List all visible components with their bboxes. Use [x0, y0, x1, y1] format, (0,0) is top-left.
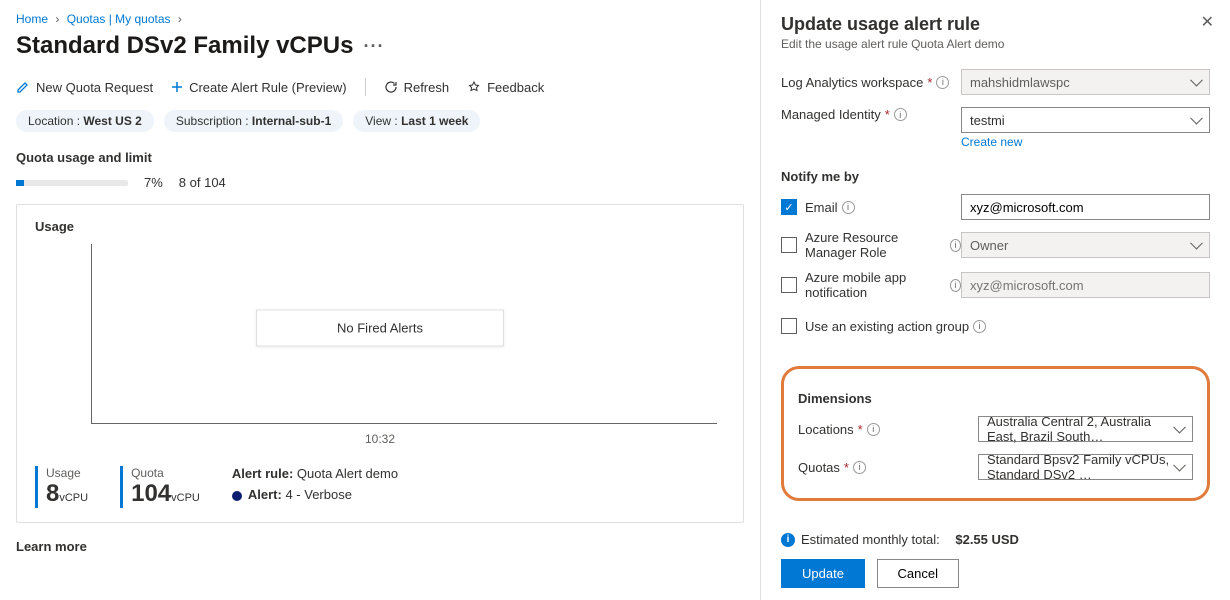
alert-rule-row: Alert rule: Quota Alert demo: [232, 466, 398, 481]
usage-bar: [16, 180, 128, 186]
info-icon[interactable]: i: [950, 279, 961, 292]
info-icon[interactable]: i: [894, 108, 907, 121]
stat-usage: Usage 8vCPU: [35, 466, 88, 508]
email-checkbox[interactable]: ✓: [781, 199, 797, 215]
usage-percent: 7%: [144, 175, 163, 190]
feedback-button[interactable]: Feedback: [467, 80, 544, 95]
panel-subtitle: Edit the usage alert rule Quota Alert de…: [781, 37, 1210, 51]
arm-select[interactable]: Owner: [961, 232, 1210, 258]
quota-usage-heading: Quota usage and limit: [16, 150, 744, 165]
mi-select[interactable]: testmi: [961, 107, 1210, 133]
usage-of: 8 of 104: [179, 175, 226, 190]
crumb-home[interactable]: Home: [16, 12, 48, 26]
new-quota-button[interactable]: New Quota Request: [16, 80, 153, 95]
dimensions-highlight: Dimensions Locations * i Australia Centr…: [781, 366, 1210, 501]
info-icon[interactable]: i: [867, 423, 880, 436]
app-checkbox[interactable]: [781, 277, 797, 293]
plus-icon: [171, 81, 183, 93]
filter-location[interactable]: Location : West US 2: [16, 110, 154, 132]
usage-card-title: Usage: [35, 219, 725, 234]
email-input[interactable]: [961, 194, 1210, 220]
info-icon[interactable]: i: [842, 201, 855, 214]
locations-select[interactable]: Australia Central 2, Australia East, Bra…: [978, 416, 1193, 442]
usage-chart: No Fired Alerts 10:32: [35, 244, 725, 454]
refresh-icon: [384, 80, 398, 94]
dimensions-heading: Dimensions: [798, 391, 1193, 406]
pencil-icon: [16, 80, 30, 94]
quotas-select[interactable]: Standard Bpsv2 Family vCPUs, Standard DS…: [978, 454, 1193, 480]
info-icon[interactable]: i: [950, 239, 961, 252]
arm-checkbox[interactable]: [781, 237, 797, 253]
filter-view[interactable]: View : Last 1 week: [353, 110, 480, 132]
notify-heading: Notify me by: [781, 169, 1210, 184]
info-icon[interactable]: i: [973, 320, 986, 333]
filter-subscription[interactable]: Subscription : Internal-sub-1: [164, 110, 343, 132]
cancel-button[interactable]: Cancel: [877, 559, 959, 588]
severity-dot-icon: [232, 491, 242, 501]
app-input: [961, 272, 1210, 298]
no-fired-alerts: No Fired Alerts: [256, 310, 504, 347]
chart-tick: 10:32: [365, 432, 395, 446]
more-icon[interactable]: ···: [363, 36, 384, 57]
feedback-icon: [467, 80, 481, 94]
breadcrumb: Home › Quotas | My quotas ›: [16, 12, 744, 26]
create-new-link[interactable]: Create new: [961, 135, 1210, 149]
alert-level-row: Alert: 4 - Verbose: [232, 487, 398, 502]
update-button[interactable]: Update: [781, 559, 865, 588]
learn-more[interactable]: Learn more: [16, 539, 744, 554]
info-dot-icon: i: [781, 533, 795, 547]
info-icon[interactable]: i: [936, 76, 949, 89]
existing-ag-checkbox[interactable]: [781, 318, 797, 334]
info-icon[interactable]: i: [853, 461, 866, 474]
estimated-total: i Estimated monthly total: $2.55 USD: [781, 532, 1210, 547]
close-icon[interactable]: ✕: [1201, 12, 1214, 32]
refresh-button[interactable]: Refresh: [384, 80, 450, 95]
stat-quota: Quota 104vCPU: [120, 466, 200, 508]
crumb-quotas[interactable]: Quotas | My quotas: [67, 12, 171, 26]
create-alert-button[interactable]: Create Alert Rule (Preview): [171, 80, 347, 95]
page-title: Standard DSv2 Family vCPUs: [16, 32, 353, 60]
panel-title: Update usage alert rule: [781, 14, 1210, 35]
law-select[interactable]: mahshidmlawspc: [961, 69, 1210, 95]
